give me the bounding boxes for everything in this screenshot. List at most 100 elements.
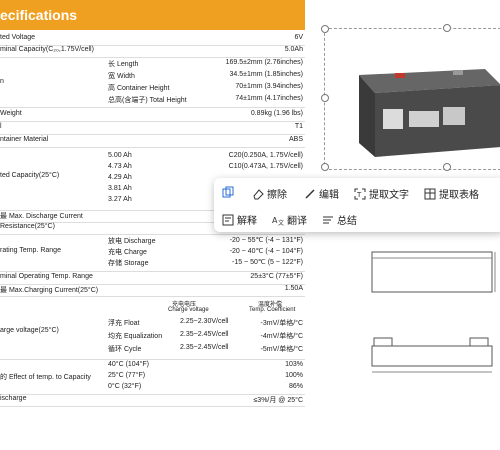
eraser-icon <box>253 188 264 199</box>
rated-capacity-rate: C10(0.473A, 1.75V/cell) <box>228 163 303 170</box>
battery-image <box>359 69 500 157</box>
rated-voltage-value: 6V <box>294 34 303 41</box>
internal-resistance-label: Resistance(25°C) <box>0 223 55 230</box>
operating-mode: 充电 Charge <box>108 249 147 256</box>
charge-voltage: 2.35~2.45V/cell <box>180 344 229 351</box>
operating-temp: -15 ~ 50℃ (5 ~ 122°F) <box>232 259 303 266</box>
row-dimension: n 长 Length 169.5±2mm (2.76inches) 宽 Widt… <box>0 58 305 108</box>
temp-capacity: 103% <box>285 361 303 368</box>
col-charge-voltage-en: Charge voltage <box>168 307 209 313</box>
explain-button[interactable]: 解释 <box>222 212 257 227</box>
temp-coeff: -3mV/单格/°C <box>260 320 303 327</box>
extract-text-button[interactable]: T 提取文字 <box>354 186 409 201</box>
rated-voltage-label: ted Voltage <box>0 34 36 41</box>
nominal-capacity-label: minal Capacity(C₂₀,1.75V/cell) <box>0 46 94 53</box>
rated-capacity-ah: 3.27 Ah <box>108 196 132 203</box>
dimension-label: n <box>0 78 4 85</box>
dimension-name: 宽 Width <box>108 73 135 80</box>
charge-mode: 循环 Cycle <box>108 346 142 353</box>
row-self-discharge: ischarge ≤3%/月 @ 25°C <box>0 395 305 407</box>
charge-voltage-label: arge voltage(25°C) <box>0 327 59 334</box>
summary-button[interactable]: 总结 <box>322 212 357 227</box>
operating-temp: -20 ~ 40℃ (-4 ~ 104°F) <box>229 248 303 255</box>
rated-capacity-ah: 5.00 Ah <box>108 152 132 159</box>
pencil-icon <box>305 188 315 199</box>
operating-temp: -20 ~ 55℃ (-4 ~ 131°F) <box>229 237 303 244</box>
self-discharge-label: ischarge <box>0 395 27 402</box>
row-terminal: l T1 <box>0 123 305 135</box>
row-operating-range: rating Temp. Range 放电 Discharge -20 ~ 55… <box>0 235 305 272</box>
erase-label: 擦除 <box>267 190 287 201</box>
self-discharge-value: ≤3%/月 @ 25°C <box>253 397 303 404</box>
translate-icon: A文 <box>272 216 284 226</box>
container-material-value: ABS <box>288 136 303 143</box>
rated-capacity-ah: 4.29 Ah <box>108 174 132 181</box>
explain-label: 解释 <box>237 216 257 227</box>
operating-mode: 存储 Storage <box>108 260 149 267</box>
rated-capacity-rate: C20(0.250A, 1.75V/cell) <box>228 152 303 159</box>
copy-image-button[interactable] <box>222 186 234 198</box>
charge-voltage: 2.35~2.45V/cell <box>180 331 229 338</box>
temp-point: 0°C (32°F) <box>108 383 142 390</box>
spec-title: ecifications <box>0 7 78 23</box>
dimension-value: 70±1mm (3.94inches) <box>235 83 303 90</box>
row-charge-voltage: arge voltage(25°C) 充电电压 Charge voltage 温… <box>0 297 305 360</box>
weight-label: Weight <box>0 110 22 117</box>
battery-side-drawing <box>371 251 496 293</box>
resize-handle[interactable] <box>321 25 329 33</box>
nominal-temp-label: minal Operating Temp. Range <box>0 273 93 280</box>
row-weight: Weight 0.89kg (1.96 lbs) <box>0 110 305 122</box>
weight-value: 0.89kg (1.96 lbs) <box>250 110 303 117</box>
resize-handle[interactable] <box>443 24 451 32</box>
summary-icon <box>323 216 333 223</box>
temp-capacity: 86% <box>288 383 303 390</box>
max-discharge-label: 最 Max. Discharge Current <box>0 213 83 220</box>
operating-mode: 放电 Discharge <box>108 238 156 245</box>
edit-label: 编辑 <box>319 190 339 201</box>
copy-icon <box>222 186 234 198</box>
row-temp-effect: 的 Effect of temp. to Capacity 40°C (104°… <box>0 360 305 395</box>
dimension-name: 总高(含端子) Total Height <box>108 97 187 104</box>
floating-toolbar: 擦除 编辑 T 提取文字 提取表格 解释 A文 翻译 总结 <box>214 178 500 232</box>
row-max-charging: 最 Max.Charging Current(25°C) 1.50A <box>0 285 305 297</box>
nominal-capacity-value: 5.0Ah <box>284 46 303 53</box>
max-charging-label: 最 Max.Charging Current(25°C) <box>0 287 99 294</box>
temp-point: 40°C (104°F) <box>108 361 150 368</box>
terminal-label: l <box>0 123 2 130</box>
container-material-label: ntainer Material <box>0 136 49 143</box>
resize-handle[interactable] <box>321 163 329 171</box>
row-rated-voltage: ted Voltage 6V <box>0 34 305 46</box>
svg-text:T: T <box>356 191 362 199</box>
col-temp-coeff-en: Temp. Coefficient <box>249 307 296 313</box>
operating-range-label: rating Temp. Range <box>0 247 61 254</box>
extract-table-button[interactable]: 提取表格 <box>424 186 479 201</box>
extract-table-label: 提取表格 <box>439 190 479 201</box>
temp-effect-label: 的 Effect of temp. to Capacity <box>0 374 91 381</box>
rated-capacity-ah: 3.81 Ah <box>108 185 132 192</box>
battery-image-frame[interactable] <box>324 28 500 170</box>
terminal-value: T1 <box>294 123 303 130</box>
translate-label: 翻译 <box>287 216 307 227</box>
dimension-value: 34.5±1mm (1.85inches) <box>229 71 304 78</box>
nominal-temp-value: 25±3°C (77±5°F) <box>250 273 303 280</box>
dimension-value: 169.5±2mm (2.76inches) <box>225 59 303 66</box>
dimension-value: 74±1mm (4.17inches) <box>235 95 303 102</box>
spec-title-bar: ecifications <box>0 0 305 30</box>
summary-label: 总结 <box>337 216 357 227</box>
svg-text:文: 文 <box>278 219 284 226</box>
table-icon <box>424 188 436 199</box>
erase-button[interactable]: 擦除 <box>252 186 287 201</box>
rated-capacity-label: ted Capacity(25°C) <box>0 172 60 179</box>
edit-button[interactable]: 编辑 <box>304 186 339 201</box>
temp-coeff: -5mV/单格/°C <box>260 346 303 353</box>
temp-point: 25°C (77°F) <box>108 372 146 379</box>
explain-icon <box>222 214 234 225</box>
translate-button[interactable]: A文 翻译 <box>272 212 307 228</box>
row-container-material: ntainer Material ABS <box>0 136 305 148</box>
resize-handle[interactable] <box>321 94 329 102</box>
dimension-name: 长 Length <box>108 61 139 68</box>
charge-voltage: 2.25~2.30V/cell <box>180 318 229 325</box>
rated-capacity-ah: 4.73 Ah <box>108 163 132 170</box>
resize-handle[interactable] <box>443 163 451 171</box>
temp-capacity: 100% <box>285 372 303 379</box>
